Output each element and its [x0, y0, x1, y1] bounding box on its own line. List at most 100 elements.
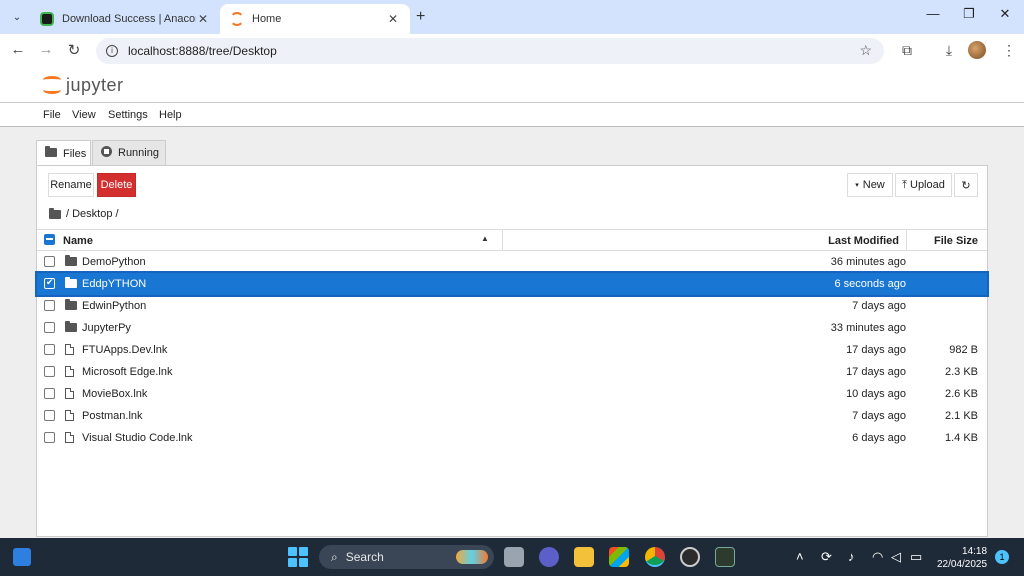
row-checkbox[interactable]: [44, 410, 55, 421]
file-modified: 7 days ago: [852, 410, 906, 422]
file-icon: [65, 432, 74, 446]
teams-icon[interactable]: [539, 547, 559, 567]
widgets-icon[interactable]: [13, 548, 31, 566]
rename-button[interactable]: Rename: [48, 173, 94, 197]
download-icon[interactable]: ⤓: [940, 42, 958, 59]
back-button[interactable]: ←: [8, 41, 28, 58]
browser-tab-anaconda[interactable]: Download Success | Anaconda ✕: [30, 4, 220, 34]
tab-title: Download Success | Anaconda: [62, 13, 196, 25]
file-name[interactable]: Postman.lnk: [82, 410, 143, 422]
column-last-modified[interactable]: Last Modified: [828, 235, 899, 247]
extensions-icon[interactable]: ⧉: [898, 42, 916, 59]
new-tab-button[interactable]: +: [416, 8, 425, 26]
file-explorer-icon[interactable]: [574, 547, 594, 567]
close-tab-icon[interactable]: ✕: [386, 12, 400, 26]
row-checkbox[interactable]: [44, 277, 55, 289]
tab-files-label: Files: [63, 147, 87, 160]
reload-button[interactable]: ↻: [64, 41, 84, 59]
tab-running[interactable]: Running: [92, 140, 166, 165]
breadcrumb-path[interactable]: / Desktop /: [66, 208, 119, 220]
delete-button[interactable]: Delete: [97, 173, 136, 197]
battery-icon[interactable]: ▭: [910, 549, 922, 565]
folder-icon[interactable]: [49, 207, 61, 219]
file-name[interactable]: JupyterPy: [82, 322, 131, 334]
task-view-icon[interactable]: [504, 547, 524, 567]
browser-tab-home[interactable]: Home ✕: [220, 4, 410, 34]
row-checkbox[interactable]: [44, 300, 55, 311]
row-checkbox[interactable]: [44, 344, 55, 355]
obs-icon[interactable]: [680, 547, 700, 567]
file-row[interactable]: JupyterPy 33 minutes ago: [37, 317, 987, 339]
bookmark-star-icon[interactable]: ☆: [859, 42, 872, 59]
menu-view[interactable]: View: [72, 109, 96, 121]
file-size: 1.4 KB: [944, 432, 978, 444]
profile-avatar[interactable]: [968, 41, 986, 59]
file-row[interactable]: MovieBox.lnk 10 days ago 2.6 KB: [37, 383, 987, 405]
file-row[interactable]: FTUApps.Dev.lnk 17 days ago 982 B: [37, 339, 987, 361]
sync-icon[interactable]: ⟳: [821, 549, 832, 565]
row-checkbox[interactable]: [44, 388, 55, 399]
file-row[interactable]: Visual Studio Code.lnk 6 days ago 1.4 KB: [37, 427, 987, 449]
maximize-button[interactable]: ❐: [954, 6, 984, 22]
row-checkbox[interactable]: [44, 432, 55, 443]
site-info-icon[interactable]: i: [106, 45, 118, 57]
file-modified: 36 minutes ago: [830, 256, 906, 268]
file-size: 2.6 KB: [944, 388, 978, 400]
terminal-icon[interactable]: [715, 547, 735, 567]
menu-settings[interactable]: Settings: [108, 109, 148, 121]
file-icon: [65, 410, 74, 424]
system-clock[interactable]: 14:18 22/04/2025: [937, 545, 987, 571]
tab-files[interactable]: Files: [36, 140, 91, 166]
file-row[interactable]: DemoPython 36 minutes ago: [37, 251, 987, 273]
row-checkbox[interactable]: [44, 256, 55, 267]
start-button[interactable]: [288, 547, 308, 567]
minimize-button[interactable]: —: [918, 6, 948, 21]
sort-ascending-icon[interactable]: ▲: [481, 234, 489, 243]
file-row[interactable]: Microsoft Edge.lnk 17 days ago 2.3 KB: [37, 361, 987, 383]
dropdown-caret-icon: ▾: [855, 182, 859, 189]
forward-button[interactable]: →: [36, 41, 56, 58]
tab-search-chevron-icon[interactable]: ⌄: [8, 8, 26, 26]
file-name[interactable]: Microsoft Edge.lnk: [82, 366, 172, 378]
upload-button[interactable]: ⤒ Upload: [895, 173, 952, 197]
row-checkbox[interactable]: [44, 322, 55, 333]
url-text: localhost:8888/tree/Desktop: [128, 44, 277, 58]
microsoft-store-icon[interactable]: [609, 547, 629, 567]
show-hidden-icons-icon[interactable]: ˄: [796, 549, 804, 564]
wifi-icon[interactable]: ◠: [872, 549, 883, 565]
volume-icon[interactable]: ◁: [891, 549, 901, 565]
file-name[interactable]: EddpYTHON: [82, 278, 146, 290]
file-row[interactable]: Postman.lnk 7 days ago 2.1 KB: [37, 405, 987, 427]
jupyter-icon: [230, 12, 244, 26]
menu-file[interactable]: File: [43, 109, 61, 121]
more-menu-icon[interactable]: ⋮: [1000, 42, 1018, 59]
refresh-button[interactable]: ↻: [954, 173, 978, 197]
close-window-button[interactable]: ✕: [990, 6, 1020, 22]
column-name[interactable]: Name: [63, 235, 93, 247]
column-divider: [906, 230, 907, 250]
file-size: 2.3 KB: [944, 366, 978, 378]
clock-date: 22/04/2025: [937, 559, 988, 570]
new-button[interactable]: ▾ New: [847, 173, 893, 197]
file-name[interactable]: DemoPython: [82, 256, 146, 268]
select-all-checkbox[interactable]: [44, 234, 55, 245]
address-bar[interactable]: i localhost:8888/tree/Desktop ☆: [96, 38, 884, 64]
file-row[interactable]: EdwinPython 7 days ago: [37, 295, 987, 317]
file-name[interactable]: FTUApps.Dev.lnk: [82, 344, 167, 356]
row-checkbox[interactable]: [44, 366, 55, 377]
jupyter-logo-text: jupyter: [66, 74, 124, 95]
file-name[interactable]: Visual Studio Code.lnk: [82, 432, 192, 444]
clock-time: 14:18: [962, 546, 988, 557]
file-row[interactable]: EddpYTHON 6 seconds ago: [35, 271, 989, 297]
file-name[interactable]: MovieBox.lnk: [82, 388, 147, 400]
chrome-icon[interactable]: [645, 547, 665, 567]
jupyter-logo[interactable]: jupyter: [42, 74, 124, 96]
taskbar-search[interactable]: ⌕ Search: [319, 545, 494, 569]
close-tab-icon[interactable]: ✕: [196, 12, 210, 26]
microphone-icon[interactable]: ♪: [848, 549, 855, 564]
running-icon: [101, 146, 112, 160]
menu-help[interactable]: Help: [159, 109, 182, 121]
notification-badge[interactable]: 1: [995, 550, 1009, 564]
file-name[interactable]: EdwinPython: [82, 300, 146, 312]
column-file-size[interactable]: File Size: [934, 235, 978, 247]
